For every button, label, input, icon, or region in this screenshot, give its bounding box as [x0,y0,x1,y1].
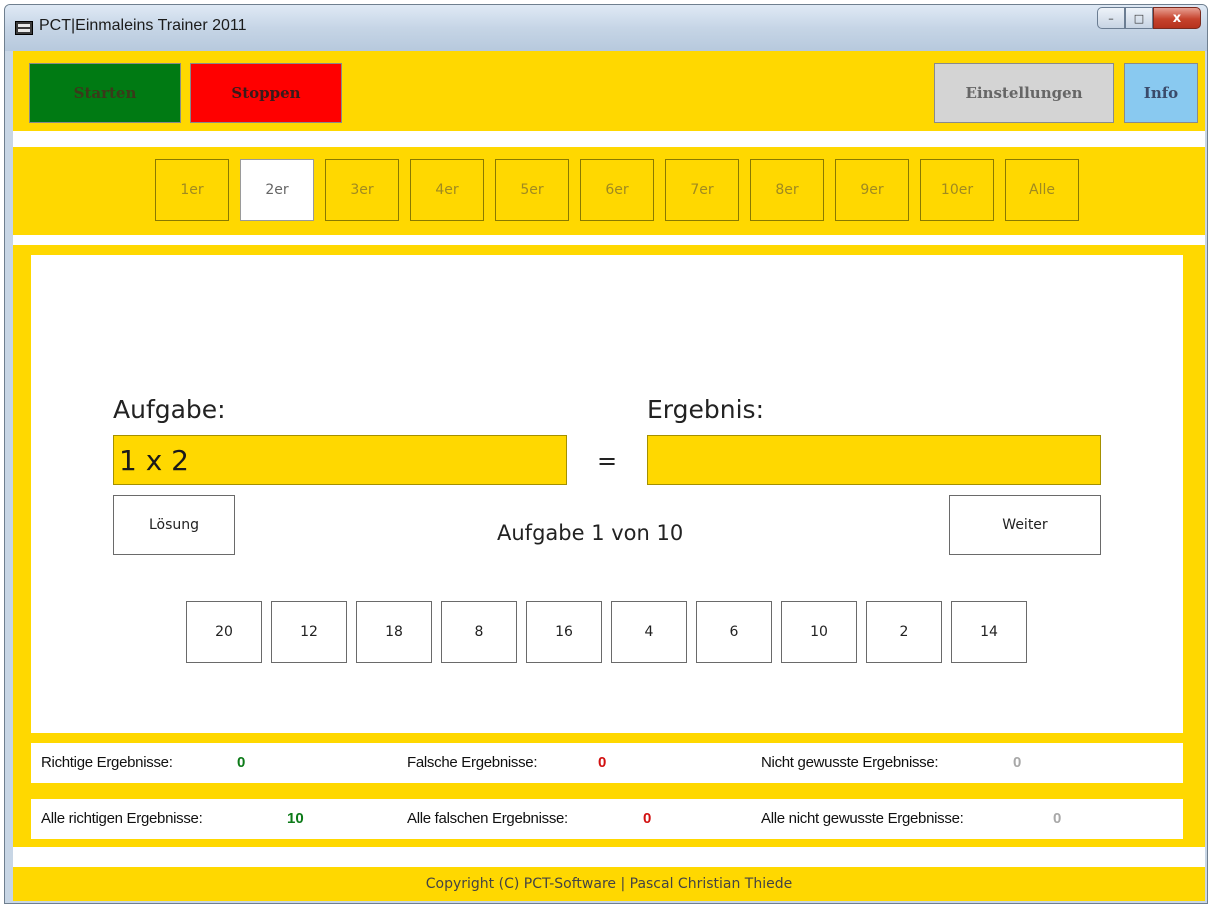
row-button-4er[interactable]: 4er [410,159,484,221]
session-stats: Richtige Ergebnisse: 0 Falsche Ergebniss… [13,735,1205,791]
exercise-area: Aufgabe: 1 x 2 = Ergebnis: Lösung Aufgab… [31,255,1183,733]
window-title: PCT|Einmaleins Trainer 2011 [39,17,247,34]
task-field: 1 x 2 [113,435,567,485]
unknown-value: 0 [1013,754,1022,771]
maximize-button[interactable]: □ [1125,7,1153,29]
answer-choice[interactable]: 20 [186,601,262,663]
stop-button[interactable]: Stoppen [190,63,342,123]
window-controls: – □ x [1097,7,1201,29]
answer-choice[interactable]: 10 [781,601,857,663]
row-button-6er[interactable]: 6er [580,159,654,221]
app-window: PCT|Einmaleins Trainer 2011 – □ x Starte… [4,4,1208,904]
app-icon [15,21,33,35]
answer-choice[interactable]: 8 [441,601,517,663]
footer: Copyright (C) PCT-Software | Pascal Chri… [13,867,1205,901]
all-unknown-value: 0 [1053,810,1062,827]
total-stats: Alle richtigen Ergebnisse: 10 Alle falsc… [13,791,1205,847]
answer-choice[interactable]: 18 [356,601,432,663]
wrong-value: 0 [598,754,607,771]
total-stats-row: Alle richtigen Ergebnisse: 10 Alle falsc… [31,799,1183,839]
start-button[interactable]: Starten [29,63,181,123]
all-wrong-label: Alle falschen Ergebnisse: [407,810,568,827]
all-correct-label: Alle richtigen Ergebnisse: [41,810,203,827]
answer-choice[interactable]: 6 [696,601,772,663]
settings-button[interactable]: Einstellungen [934,63,1114,123]
answer-choice[interactable]: 12 [271,601,347,663]
row-button-1er[interactable]: 1er [155,159,229,221]
answer-choice[interactable]: 4 [611,601,687,663]
next-button[interactable]: Weiter [949,495,1101,555]
answer-choice[interactable]: 2 [866,601,942,663]
info-button[interactable]: Info [1124,63,1198,123]
answer-choice[interactable]: 16 [526,601,602,663]
all-wrong-value: 0 [643,810,652,827]
row-button-3er[interactable]: 3er [325,159,399,221]
row-button-5er[interactable]: 5er [495,159,569,221]
row-button-10er[interactable]: 10er [920,159,994,221]
client-area: Starten Stoppen Einstellungen Info 1er 2… [13,51,1205,901]
row-button-2er[interactable]: 2er [240,159,314,221]
row-button-7er[interactable]: 7er [665,159,739,221]
row-button-alle[interactable]: Alle [1005,159,1079,221]
result-input[interactable] [647,435,1101,485]
solution-button[interactable]: Lösung [113,495,235,555]
result-label: Ergebnis: [647,395,764,424]
all-unknown-label: Alle nicht gewusste Ergebnisse: [761,810,964,827]
correct-label: Richtige Ergebnisse: [41,754,173,771]
title-bar[interactable]: PCT|Einmaleins Trainer 2011 – □ x [5,5,1207,51]
row-button-9er[interactable]: 9er [835,159,909,221]
row-button-8er[interactable]: 8er [750,159,824,221]
equals-sign: = [597,447,618,475]
correct-value: 0 [237,754,246,771]
toolbar: Starten Stoppen Einstellungen Info [13,51,1205,131]
minimize-button[interactable]: – [1097,7,1125,29]
exercise-panel: Aufgabe: 1 x 2 = Ergebnis: Lösung Aufgab… [13,245,1205,735]
session-stats-row: Richtige Ergebnisse: 0 Falsche Ergebniss… [31,743,1183,783]
copyright-text: Copyright (C) PCT-Software | Pascal Chri… [425,876,793,892]
task-label: Aufgabe: [113,395,226,424]
task-progress: Aufgabe 1 von 10 [497,521,684,545]
all-correct-value: 10 [287,810,304,827]
close-button[interactable]: x [1153,7,1201,29]
wrong-label: Falsche Ergebnisse: [407,754,538,771]
row-selector: 1er 2er 3er 4er 5er 6er 7er 8er 9er 10er… [13,147,1205,235]
unknown-label: Nicht gewusste Ergebnisse: [761,754,939,771]
answer-choice[interactable]: 14 [951,601,1027,663]
